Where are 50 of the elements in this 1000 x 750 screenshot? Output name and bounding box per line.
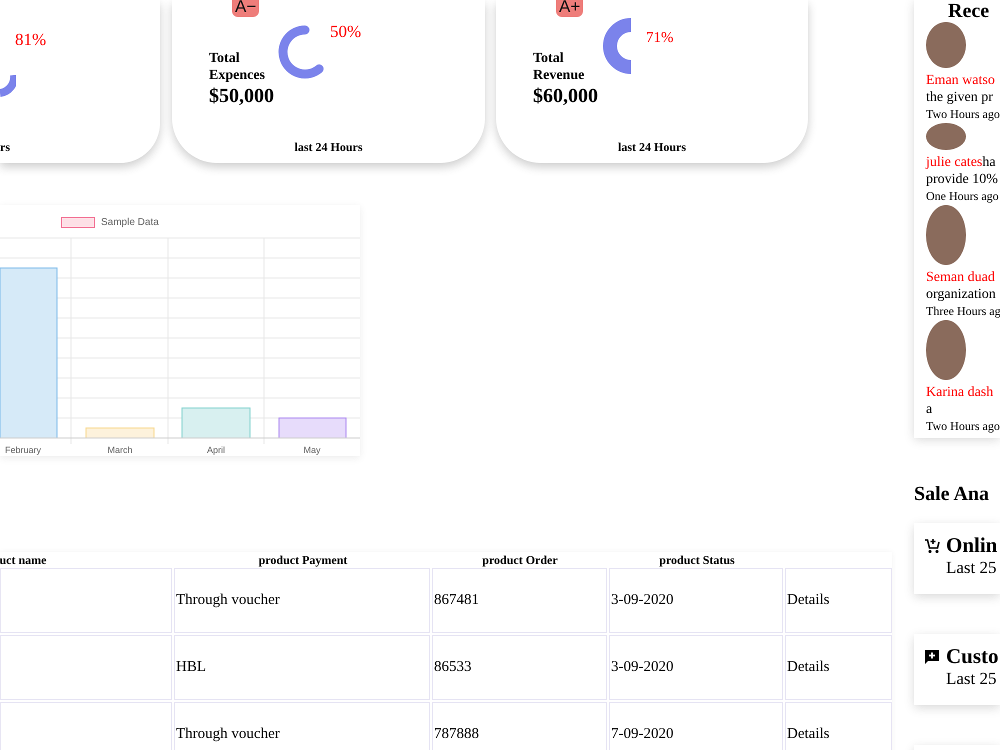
column-header: product Status bbox=[659, 553, 735, 568]
activity-text: a bbox=[926, 401, 934, 418]
activity-text: Seman duad bbox=[926, 269, 996, 286]
activity-time: One Hours ago bbox=[926, 188, 1000, 205]
percent-label: 50% bbox=[330, 22, 362, 42]
activity-time: Two Hours ago bbox=[926, 418, 1000, 435]
grade-badge: A+ bbox=[556, 0, 584, 17]
table-cell: Through voucher bbox=[174, 702, 430, 750]
column-header: product Payment bbox=[258, 553, 348, 568]
axis-label: March bbox=[108, 445, 132, 455]
table-cell: Through voucher bbox=[174, 568, 430, 633]
percent-label: 81% bbox=[15, 30, 46, 50]
axis-label: April bbox=[207, 445, 225, 455]
card-title: Total Expences bbox=[209, 50, 266, 84]
legend-label: Sample Data bbox=[101, 216, 159, 228]
card-title: Custo bbox=[946, 644, 999, 669]
table-cell: Details bbox=[785, 635, 892, 700]
card-amount: $60,000 bbox=[533, 84, 599, 108]
card-footer: rs bbox=[0, 140, 160, 163]
table-cell: 86533 bbox=[432, 635, 607, 700]
column-header: product Order bbox=[482, 553, 558, 568]
activity-time: Two Hours ago bbox=[926, 106, 1000, 123]
table-cell: 7-09-2020 bbox=[609, 702, 783, 750]
axis-label: February bbox=[5, 445, 41, 455]
card-subtitle: Last 25 bbox=[945, 558, 998, 578]
table-cell: Details bbox=[785, 702, 892, 750]
activity-text: Eman watso bbox=[926, 72, 996, 89]
card-footer: last 24 Hours bbox=[496, 140, 808, 163]
card-subtitle: Last 25 bbox=[945, 669, 998, 689]
percent-label: 71% bbox=[646, 30, 674, 47]
activity-text: organization bbox=[926, 286, 997, 303]
axis-label: May bbox=[304, 445, 320, 455]
card-footer: last 24 Hours bbox=[172, 140, 485, 163]
table-cell: Details bbox=[785, 568, 892, 633]
card-title: Onlin bbox=[946, 533, 998, 558]
table-cell: 867481 bbox=[432, 568, 607, 633]
activity-text: provide 10% bbox=[926, 171, 999, 188]
activity-text: Karina dash bbox=[926, 384, 994, 401]
table-cell: 3-09-2020 bbox=[609, 635, 783, 700]
activity-text: the given pr bbox=[926, 89, 994, 106]
panel-title: Rece bbox=[947, 0, 990, 22]
table-cell: HBL bbox=[174, 635, 430, 700]
grade-badge: A− bbox=[232, 0, 260, 17]
table-cell: 3-09-2020 bbox=[609, 568, 783, 633]
activity-text: julie catesha bbox=[926, 154, 997, 171]
section-title: Sale Ana bbox=[914, 483, 990, 506]
card-amount: $50,000 bbox=[209, 84, 275, 108]
card-title: Total Revenue bbox=[533, 50, 586, 84]
table-cell: 787888 bbox=[432, 702, 607, 750]
column-header: uct name bbox=[0, 553, 46, 568]
